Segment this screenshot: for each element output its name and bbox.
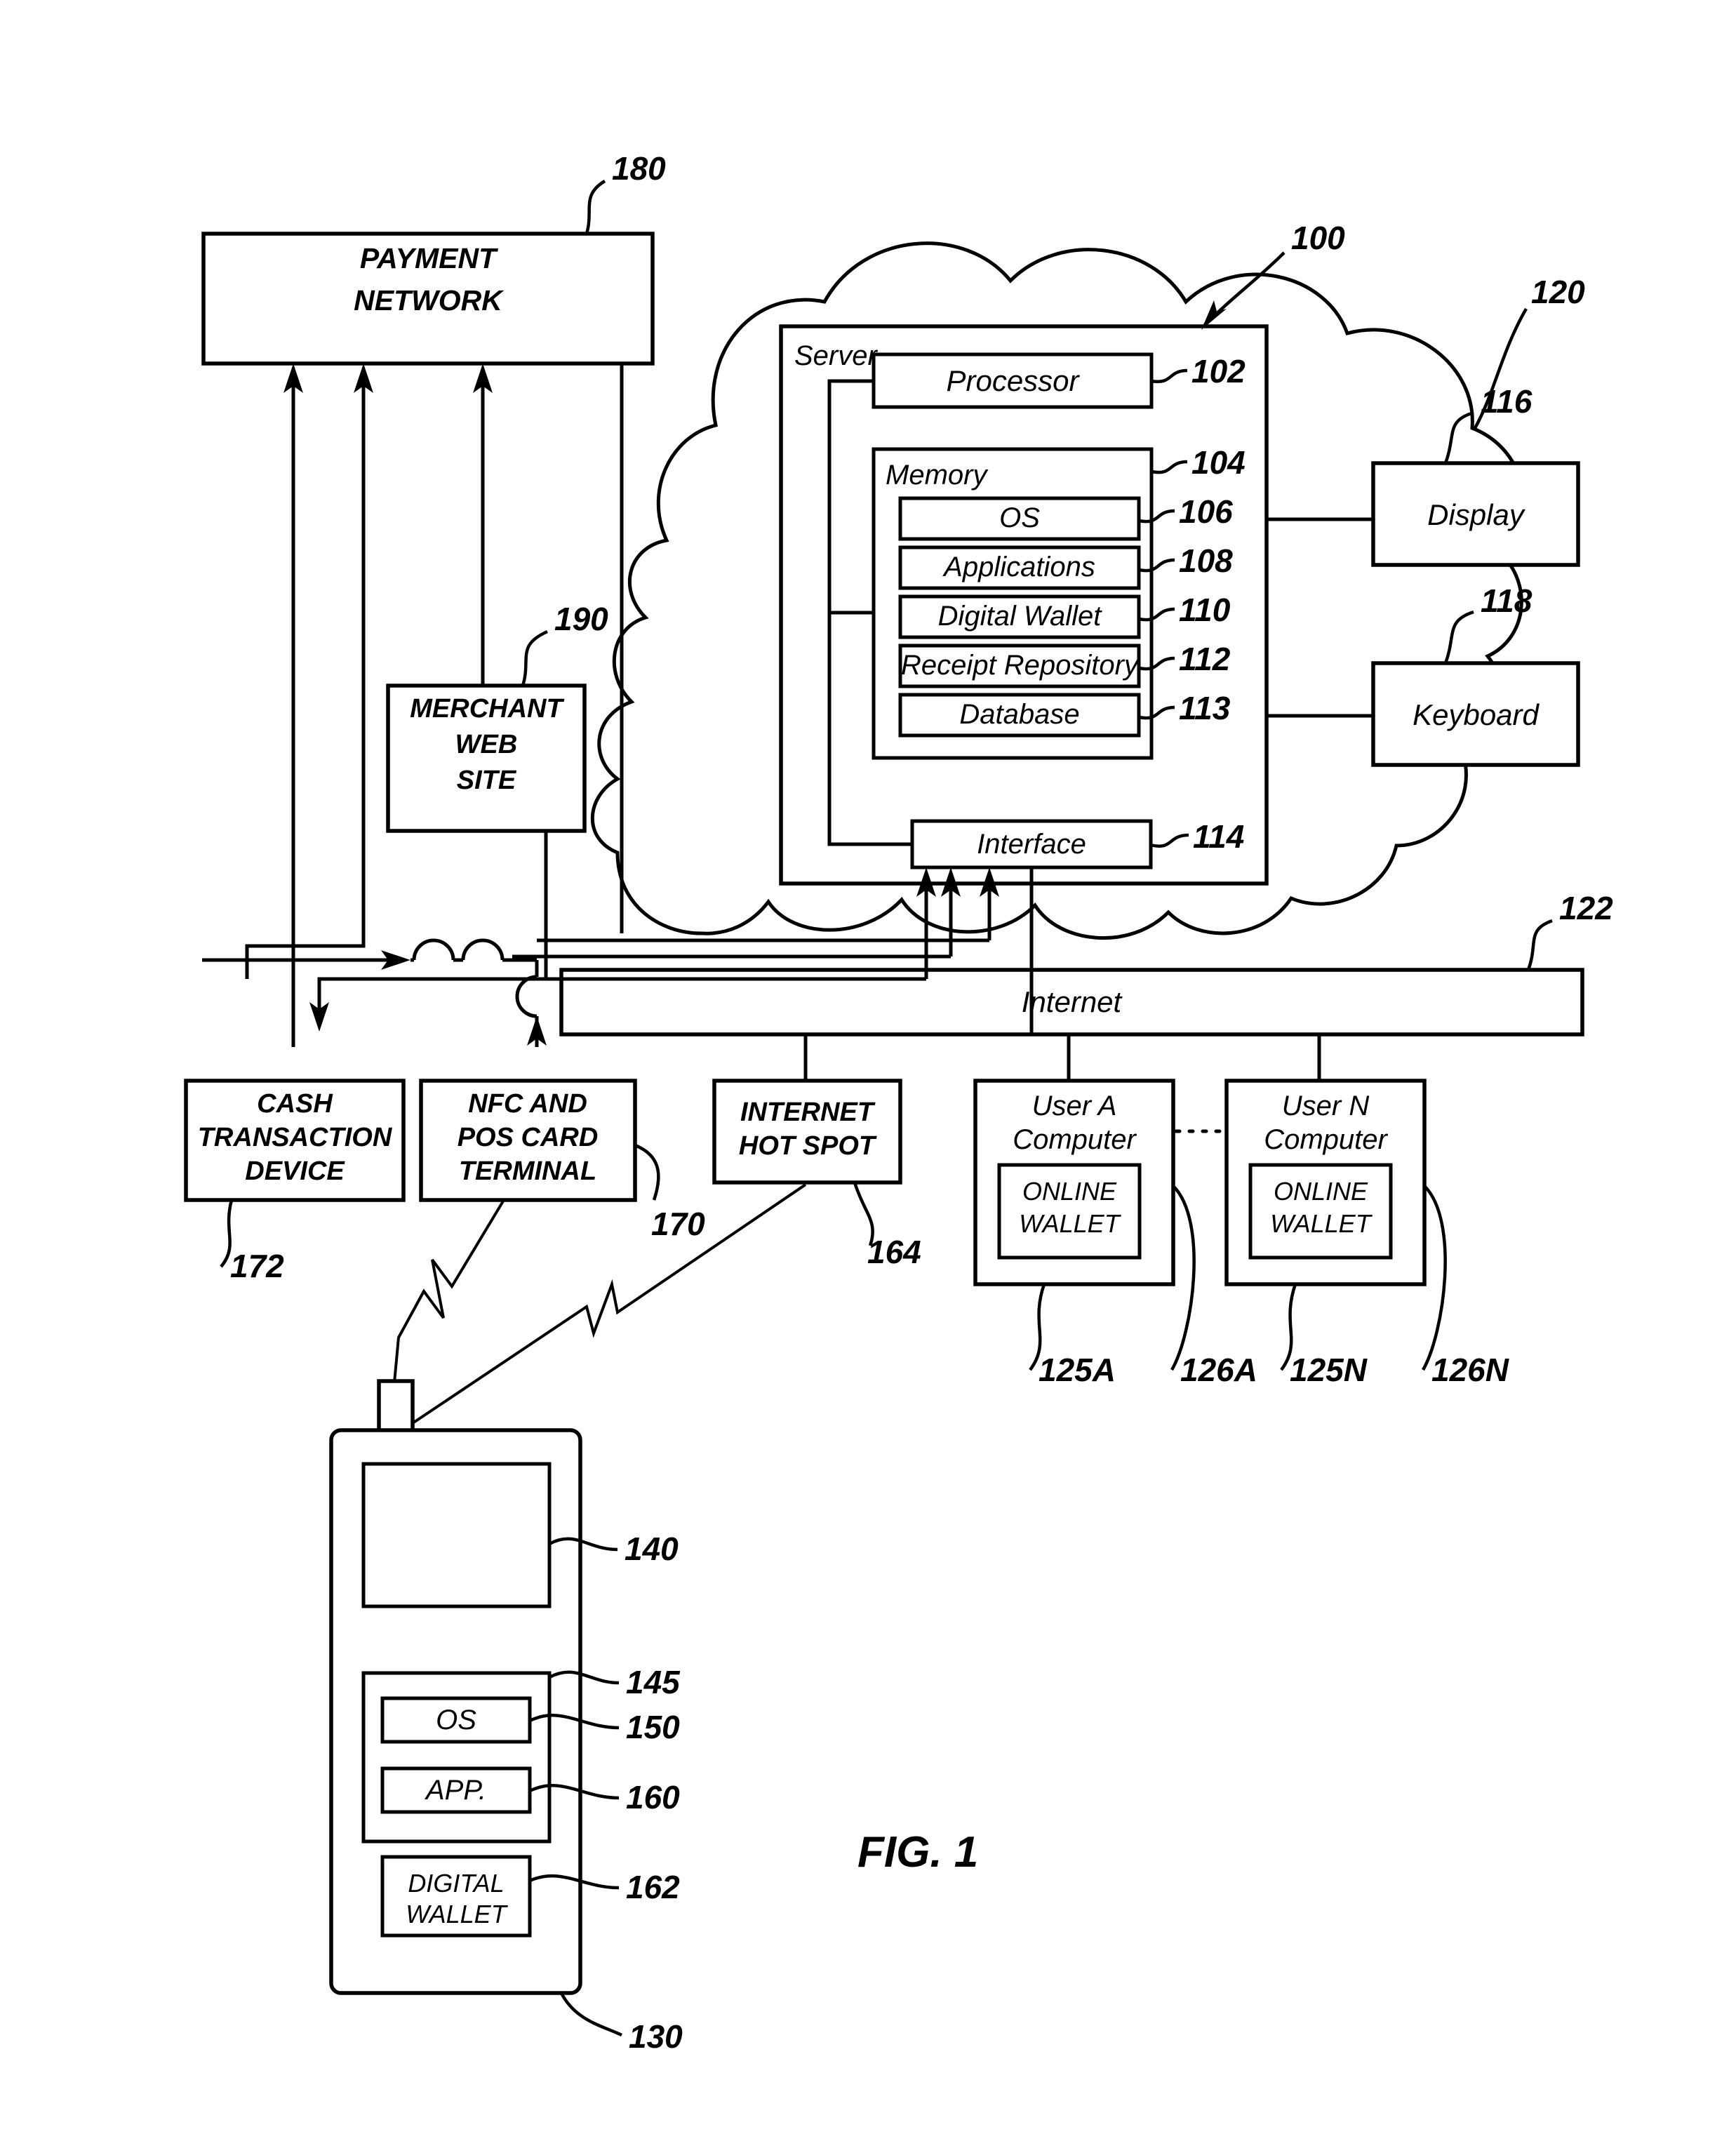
wireless-link-hotspot-phone — [409, 1183, 807, 1426]
user-n-label-line2: Computer — [1264, 1124, 1388, 1155]
os-label: OS — [999, 502, 1040, 533]
user-n-wallet-line2: WALLET — [1270, 1209, 1373, 1238]
figure-caption: FIG. 1 — [857, 1828, 978, 1877]
ref-126A: 126A — [1180, 1352, 1257, 1388]
ref-160: 160 — [626, 1779, 680, 1815]
phone-os-label: OS — [436, 1705, 476, 1735]
patent-figure-1: PAYMENT NETWORK 180 MERCHANT WEB SITE 19… — [0, 0, 1736, 2146]
ref-150: 150 — [626, 1709, 680, 1745]
leader-122 — [1526, 919, 1553, 971]
ref-125N: 125N — [1290, 1352, 1368, 1388]
ref-104: 104 — [1191, 444, 1246, 481]
ref-100: 100 — [1291, 220, 1345, 256]
hotspot-label-line1: INTERNET — [740, 1098, 876, 1127]
keyboard-label: Keyboard — [1413, 698, 1540, 731]
phone-app-label: APP. — [425, 1775, 486, 1806]
payment-network-label-line1: PAYMENT — [360, 242, 498, 274]
merchant-label-line2: WEB — [455, 730, 518, 759]
display-label: Display — [1427, 498, 1526, 531]
user-n-label-line1: User N — [1282, 1091, 1370, 1121]
hotspot-label-line2: HOT SPOT — [739, 1131, 877, 1161]
internet-label: Internet — [1022, 985, 1123, 1018]
ref-110: 110 — [1179, 592, 1231, 628]
ref-180: 180 — [612, 150, 666, 187]
processor-label: Processor — [946, 364, 1080, 397]
hop-arc-1 — [412, 938, 455, 961]
ref-120: 120 — [1531, 274, 1585, 310]
wireless-link-nfc-phone — [393, 1199, 505, 1383]
ref-118: 118 — [1481, 582, 1533, 619]
ref-140: 140 — [625, 1531, 679, 1567]
applications-label: Applications — [942, 552, 1095, 582]
ref-114: 114 — [1193, 818, 1244, 855]
nfc-label-line2: POS CARD — [458, 1123, 599, 1152]
ref-190: 190 — [554, 601, 608, 637]
ref-170: 170 — [651, 1206, 705, 1242]
line-nfc-down — [245, 870, 366, 979]
nfc-label-line3: TERMINAL — [459, 1157, 596, 1186]
database-label: Database — [959, 699, 1079, 730]
cash-label-line1: CASH — [257, 1089, 333, 1119]
ref-122: 122 — [1559, 890, 1613, 926]
line-merchant-to-internet — [317, 831, 548, 1016]
user-a-wallet-line2: WALLET — [1019, 1209, 1121, 1238]
ref-162: 162 — [626, 1869, 680, 1905]
ref-172: 172 — [230, 1248, 284, 1284]
ref-102: 102 — [1191, 353, 1246, 389]
ref-145: 145 — [626, 1664, 681, 1700]
server-title: Server — [794, 340, 878, 371]
ref-113: 113 — [1179, 690, 1231, 726]
hop-arc-3 — [515, 975, 538, 1018]
payment-network-label-line2: NETWORK — [354, 284, 505, 316]
phone-screen[interactable] — [361, 1462, 552, 1608]
cash-label-line3: DEVICE — [245, 1157, 345, 1186]
leader-190 — [521, 629, 548, 686]
memory-label: Memory — [886, 460, 989, 491]
leader-170 — [634, 1143, 660, 1201]
hop-arc-2 — [461, 938, 505, 961]
user-a-label-line1: User A — [1032, 1091, 1117, 1121]
user-a-wallet-line1: ONLINE — [1022, 1177, 1117, 1206]
interface-label: Interface — [977, 829, 1086, 860]
ref-164: 164 — [867, 1234, 921, 1270]
merchant-label-line1: MERCHANT — [410, 694, 564, 724]
merchant-label-line3: SITE — [457, 766, 517, 795]
digital-wallet-label: Digital Wallet — [938, 601, 1103, 632]
nfc-label-line1: NFC AND — [468, 1089, 587, 1119]
ref-108: 108 — [1179, 542, 1233, 579]
leader-130 — [559, 1992, 623, 2037]
phone-wallet-line1: DIGITAL — [408, 1869, 504, 1898]
user-a-label-line2: Computer — [1013, 1124, 1137, 1155]
ref-126N: 126N — [1431, 1352, 1509, 1388]
leader-180 — [585, 180, 606, 234]
ref-125A: 125A — [1039, 1352, 1116, 1388]
ref-112: 112 — [1179, 641, 1231, 677]
phone-wallet-line2: WALLET — [406, 1900, 508, 1928]
cash-label-line2: TRANSACTION — [198, 1123, 393, 1152]
receipt-repository-label: Receipt Repository — [901, 650, 1140, 681]
user-n-wallet-line1: ONLINE — [1274, 1177, 1368, 1206]
ref-106: 106 — [1179, 493, 1233, 530]
ref-130: 130 — [629, 2018, 683, 2055]
